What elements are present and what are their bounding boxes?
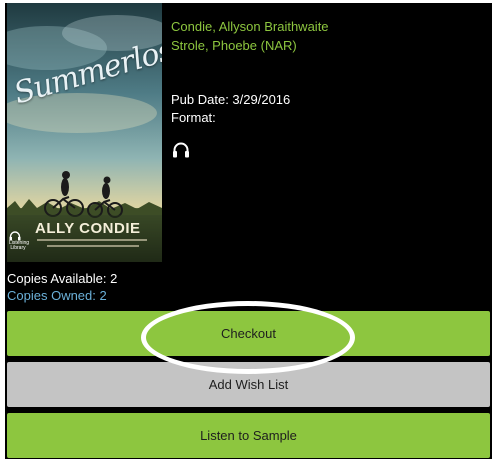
audio-publisher-badge: Listening Library (9, 231, 30, 251)
cover-subtitle-line (47, 245, 139, 247)
copies-owned: Copies Owned: 2 (7, 288, 107, 303)
headphones-icon (173, 142, 189, 158)
book-detail-screen: Summerlost ALLY CONDIE Listening Library… (5, 3, 492, 459)
checkout-button[interactable]: Checkout (7, 311, 490, 356)
pub-date: Pub Date: 3/29/2016 (171, 92, 291, 107)
cover-subtitle-line (37, 239, 147, 241)
book-cover-image: Summerlost ALLY CONDIE Listening Library (7, 3, 162, 262)
copies-available: Copies Available: 2 (7, 271, 118, 286)
add-wish-list-button[interactable]: Add Wish List (7, 362, 490, 407)
author-link-narrator[interactable]: Strole, Phoebe (NAR) (171, 38, 297, 53)
listen-to-sample-button[interactable]: Listen to Sample (7, 413, 490, 458)
cover-author: ALLY CONDIE (35, 220, 141, 237)
format-label: Format: (171, 110, 216, 125)
audio-badge-label: Listening Library (9, 240, 30, 251)
author-link-primary[interactable]: Condie, Allyson Braithwaite (171, 19, 329, 34)
